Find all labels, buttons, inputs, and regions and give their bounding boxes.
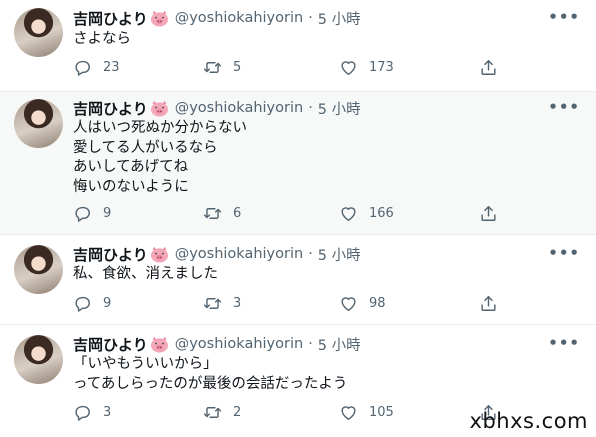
- action-bar: 23 5 173: [73, 58, 503, 80]
- timestamp[interactable]: 5 小時: [318, 8, 361, 29]
- like-button[interactable]: 166: [339, 204, 394, 223]
- retweet-count: 2: [233, 405, 242, 420]
- timestamp[interactable]: 5 小時: [318, 98, 361, 119]
- like-count: 166: [369, 206, 394, 221]
- heart-icon: [341, 297, 356, 311]
- like-count: 98: [369, 296, 386, 311]
- share-button[interactable]: [479, 204, 509, 223]
- avatar[interactable]: [14, 335, 63, 384]
- share-icon: [481, 60, 496, 75]
- reply-count: 9: [103, 296, 112, 311]
- display-name[interactable]: 吉岡ひより: [73, 8, 148, 29]
- retweet-button[interactable]: 2: [203, 403, 241, 422]
- pig-emoji-icon: [150, 10, 169, 27]
- more-icon[interactable]: •••: [548, 334, 580, 352]
- reply-button[interactable]: 9: [73, 294, 111, 313]
- reply-icon: [75, 296, 90, 312]
- tweet-header: 吉岡ひより @yoshiokahiyorin · 5 小時: [73, 97, 361, 119]
- more-icon[interactable]: •••: [548, 98, 580, 116]
- like-button[interactable]: 98: [339, 294, 386, 313]
- tweet-header: 吉岡ひより @yoshiokahiyorin · 5 小時: [73, 243, 361, 265]
- tweet-text-line: さよなら: [73, 31, 131, 47]
- handle[interactable]: @yoshiokahiyorin: [175, 100, 303, 116]
- tweet-text: 「いやもういいから」 ってあしらったのが最後の会話だったよう: [73, 355, 347, 394]
- separator-dot: ·: [308, 100, 313, 116]
- retweet-count: 3: [233, 296, 242, 311]
- tweet-text: さよなら: [73, 30, 131, 50]
- handle[interactable]: @yoshiokahiyorin: [175, 10, 303, 26]
- separator-dot: ·: [308, 336, 313, 352]
- reply-button[interactable]: 9: [73, 204, 111, 223]
- action-bar: 3 2 105: [73, 403, 503, 425]
- tweet-text: 人はいつ死ぬか分からない 愛してる人がいるなら あいしてあげてね 悔いのないよう…: [73, 119, 247, 197]
- display-name[interactable]: 吉岡ひより: [73, 244, 148, 265]
- like-button[interactable]: 105: [339, 403, 394, 422]
- share-icon: [481, 206, 496, 221]
- timestamp[interactable]: 5 小時: [318, 244, 361, 265]
- like-count: 173: [369, 60, 394, 75]
- more-icon[interactable]: •••: [548, 244, 580, 262]
- share-icon: [481, 296, 496, 311]
- pig-emoji-icon: [150, 100, 169, 117]
- tweet-text-line: 「いやもういいから」: [73, 356, 218, 372]
- retweet-icon: [203, 407, 222, 418]
- retweet-count: 5: [233, 60, 242, 75]
- retweet-button[interactable]: 5: [203, 58, 241, 77]
- reply-button[interactable]: 3: [73, 403, 111, 422]
- tweet-header: 吉岡ひより @yoshiokahiyorin · 5 小時: [73, 333, 361, 355]
- share-button[interactable]: [479, 58, 509, 77]
- like-button[interactable]: 173: [339, 58, 394, 77]
- action-bar: 9 6 166: [73, 204, 503, 226]
- reply-icon: [75, 405, 90, 421]
- heart-icon: [341, 207, 356, 221]
- avatar[interactable]: [14, 99, 63, 148]
- retweet-icon: [203, 208, 222, 219]
- separator-dot: ·: [308, 10, 313, 26]
- pig-emoji-icon: [150, 336, 169, 353]
- share-button[interactable]: [479, 294, 509, 313]
- avatar[interactable]: [14, 8, 63, 57]
- heart-icon: [341, 406, 356, 420]
- tweet[interactable]: 吉岡ひより @yoshiokahiyorin · 5 小時 ••• 人はいつ死ぬ…: [0, 92, 596, 235]
- reply-icon: [75, 206, 90, 222]
- like-count: 105: [369, 405, 394, 420]
- retweet-count: 6: [233, 206, 242, 221]
- reply-button[interactable]: 23: [73, 58, 120, 77]
- reply-count: 3: [103, 405, 112, 420]
- retweet-button[interactable]: 6: [203, 204, 241, 223]
- pig-emoji-icon: [150, 246, 169, 263]
- tweet[interactable]: 吉岡ひより @yoshiokahiyorin · 5 小時 ••• 私、食欲、消…: [0, 235, 596, 325]
- retweet-icon: [203, 298, 222, 309]
- display-name[interactable]: 吉岡ひより: [73, 334, 148, 355]
- reply-count: 9: [103, 206, 112, 221]
- tweet-text: 私、食欲、消えました: [73, 265, 218, 285]
- tweet-text-line: 愛してる人がいるなら: [73, 139, 218, 156]
- handle[interactable]: @yoshiokahiyorin: [175, 246, 303, 262]
- tweet[interactable]: 吉岡ひより @yoshiokahiyorin · 5 小時 ••• さよなら 2…: [0, 0, 596, 92]
- heart-icon: [341, 61, 356, 75]
- watermark: xbhxs.com: [469, 409, 588, 433]
- tweet-text-line: あいしてあげてね: [73, 159, 189, 175]
- timestamp[interactable]: 5 小時: [318, 334, 361, 355]
- tweet-text-line: 人はいつ死ぬか分からない: [73, 120, 247, 136]
- display-name[interactable]: 吉岡ひより: [73, 98, 148, 119]
- retweet-icon: [203, 62, 222, 73]
- reply-count: 23: [103, 60, 120, 75]
- tweet-text-line: 私、食欲、消えました: [73, 266, 218, 282]
- action-bar: 9 3 98: [73, 294, 503, 316]
- avatar[interactable]: [14, 245, 63, 294]
- separator-dot: ·: [308, 246, 313, 262]
- handle[interactable]: @yoshiokahiyorin: [175, 336, 303, 352]
- retweet-button[interactable]: 3: [203, 294, 241, 313]
- tweet-text-line: ってあしらったのが最後の会話だったよう: [73, 375, 348, 392]
- reply-icon: [75, 60, 90, 76]
- tweet-text-line: 悔いのないように: [73, 178, 189, 195]
- tweet-header: 吉岡ひより @yoshiokahiyorin · 5 小時: [73, 7, 361, 29]
- more-icon[interactable]: •••: [548, 8, 580, 26]
